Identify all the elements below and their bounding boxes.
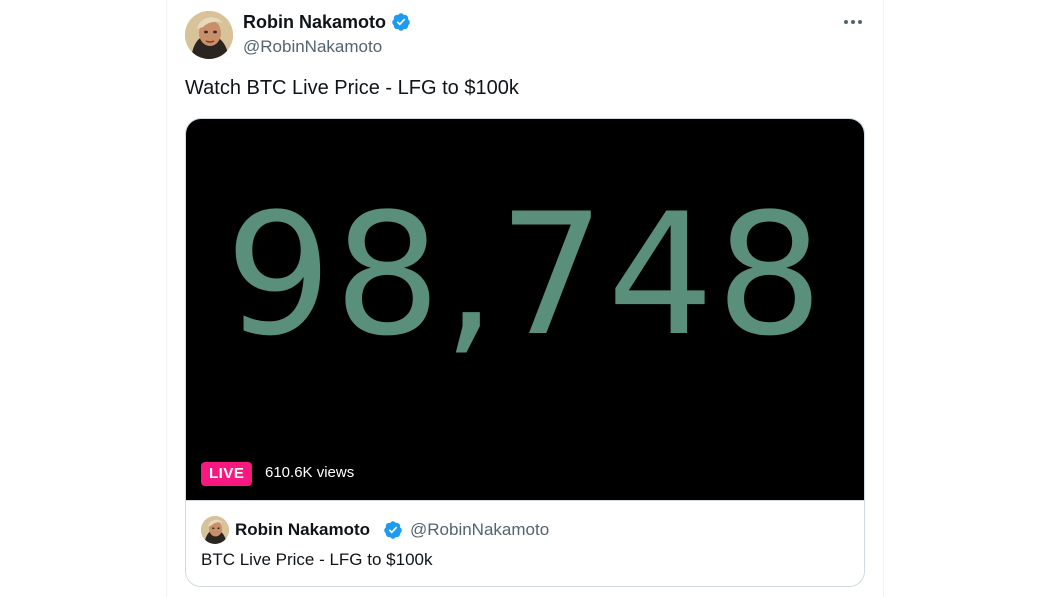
post-text: Watch BTC Live Price - LFG to $100k: [185, 77, 519, 99]
author-name[interactable]: Robin Nakamoto: [243, 12, 386, 33]
broadcast-card[interactable]: 98,748 LIVE 610.6K views Robin Nakamoto: [185, 118, 865, 587]
card-author-handle: @RobinNakamoto: [410, 520, 550, 539]
live-badge: LIVE: [201, 462, 253, 486]
broadcast-video[interactable]: 98,748 LIVE 610.6K views: [186, 119, 864, 500]
avatar-image: [201, 516, 229, 544]
card-author-name: Robin Nakamoto: [235, 520, 371, 539]
view-count: 610.6K views: [265, 464, 355, 481]
avatar-image: [185, 11, 233, 59]
author-handle[interactable]: @RobinNakamoto: [243, 37, 382, 57]
more-options-button[interactable]: [838, 10, 868, 34]
more-horizontal-icon: [844, 20, 862, 24]
author-avatar[interactable]: [185, 11, 233, 59]
card-author-avatar: [201, 516, 229, 544]
verified-badge-icon: [384, 521, 402, 539]
verified-badge-icon: [392, 13, 410, 31]
btc-price-display: 98,748: [225, 177, 825, 373]
broadcast-info[interactable]: Robin Nakamoto @RobinNakamoto BTC Live P…: [186, 500, 864, 586]
page: Robin Nakamoto @RobinNakamoto Watch BTC …: [0, 0, 1050, 597]
broadcast-title: BTC Live Price - LFG to $100k: [201, 550, 433, 569]
